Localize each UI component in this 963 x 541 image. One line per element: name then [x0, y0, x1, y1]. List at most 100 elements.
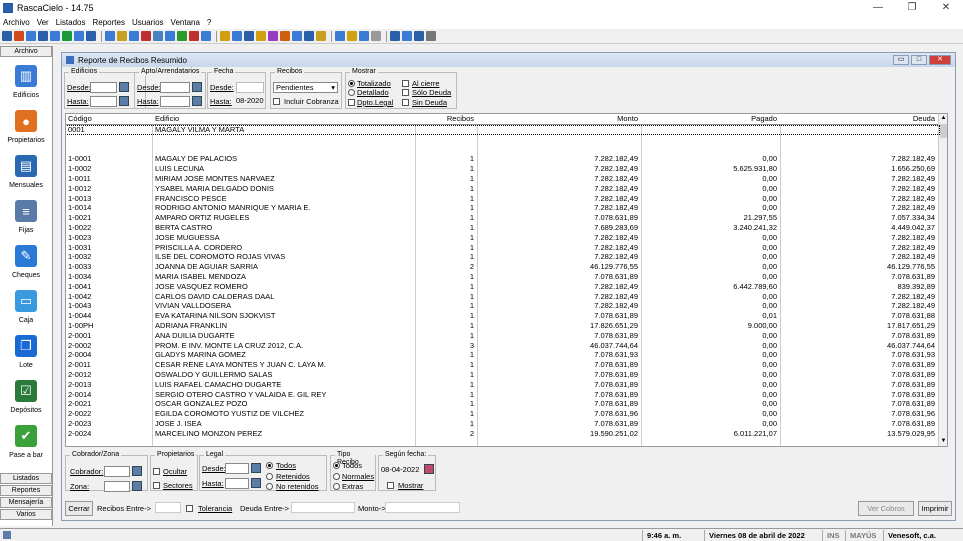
table-row[interactable]: 2-0024 MARCELINO MONZON PEREZ 2 19.590.251,…	[66, 430, 939, 438]
toolbar-button-icon[interactable]	[117, 31, 127, 41]
fecha-hasta-value[interactable]: 08-2020	[236, 96, 264, 105]
incluir-cobranza-checkbox[interactable]	[273, 98, 280, 105]
sectores-checkbox[interactable]	[153, 482, 160, 489]
toolbar-button-icon[interactable]	[86, 31, 96, 41]
toolbar-button-icon[interactable]	[74, 31, 84, 41]
segun-fecha-value[interactable]: 08-04-2022	[381, 465, 419, 474]
apto-hasta-lookup-icon[interactable]	[192, 96, 202, 106]
no-retenidos-radio[interactable]	[266, 483, 273, 490]
nav-item-fijas[interactable]: ≡ Fijas	[0, 192, 52, 237]
table-row[interactable]: 1-0014 RODRIGO ANTONIO MANRIQUE Y MARIA E…	[66, 204, 939, 212]
menu-usuarios[interactable]: Usuarios	[132, 18, 164, 27]
table-row[interactable]: 1-0023 JOSE MUGUESSA 1 7.282.182,49 0,00 7.28…	[66, 234, 939, 242]
toolbar-button-icon[interactable]	[129, 31, 139, 41]
nav-item-edificios[interactable]: ▥ Edificios	[0, 57, 52, 102]
table-row[interactable]: 1-0032 ILSE DEL COROMOTO ROJAS VIVAS 1 7.28…	[66, 253, 939, 261]
table-row[interactable]: 2-0001 ANA DUILIA DUGARTE 1 7.078.631,89 0,0…	[66, 332, 939, 340]
dpto-legal-checkbox[interactable]	[348, 99, 355, 106]
toolbar-button-icon[interactable]	[371, 31, 381, 41]
scroll-down-icon[interactable]: ▼	[939, 437, 947, 446]
scroll-up-icon[interactable]: ▲	[939, 114, 947, 123]
toolbar-button-icon[interactable]	[426, 31, 436, 41]
table-row[interactable]: 1-0042 CARLOS DAVID CALDERAS DAAL 1 7.282.1…	[66, 293, 939, 301]
table-row[interactable]: 2-0012 OSWALDO Y GUILLERMO SALAS 1 7.078.63…	[66, 371, 939, 379]
recibos-select[interactable]: Pendientes ▾	[273, 82, 338, 93]
table-row[interactable]: 1-0012 YSABEL MARIA DELGADO DONIS 1 7.282.1…	[66, 185, 939, 193]
apto-desde-lookup-icon[interactable]	[192, 82, 202, 92]
nav-reportes[interactable]: Reportes	[0, 485, 52, 496]
solo-deuda-checkbox[interactable]	[402, 89, 409, 96]
col-deuda[interactable]: Deuda	[783, 115, 935, 123]
table-row[interactable]: 1-0033 JOANNA DE AGUIAR SARRIA 2 46.129.776…	[66, 263, 939, 271]
nav-item-propietarios[interactable]: ● Propietarios	[0, 102, 52, 147]
edificios-hasta-input[interactable]	[90, 96, 117, 107]
nav-item-dep-sitos[interactable]: ☑ Depósitos	[0, 372, 52, 417]
toolbar-button-icon[interactable]	[105, 31, 115, 41]
toolbar-button-icon[interactable]	[220, 31, 230, 41]
apto-desde-input[interactable]	[160, 82, 190, 93]
panel-maximize-icon[interactable]: □	[911, 55, 927, 65]
nav-item-mensuales[interactable]: ▤ Mensuales	[0, 147, 52, 192]
nav-item-caja[interactable]: ▭ Caja	[0, 282, 52, 327]
table-row[interactable]: 1-00PH ADRIANA FRANKLIN 1 17.826.651,29 9.00…	[66, 322, 939, 330]
edificios-desde-lookup-icon[interactable]	[119, 82, 129, 92]
toolbar-button-icon[interactable]	[280, 31, 290, 41]
edificios-hasta-lookup-icon[interactable]	[119, 96, 129, 106]
nav-varios[interactable]: Varios	[0, 509, 52, 520]
table-row[interactable]: 1-0002 LUIS LECUNA 1 7.282.182,49 5.625.931,…	[66, 165, 939, 173]
table-row[interactable]: 1-0001 MAGALY DE PALACIOS 1 7.282.182,49 0,0…	[66, 155, 939, 163]
fecha-desde-input[interactable]	[236, 82, 264, 93]
nav-item-cheques[interactable]: ✎ Cheques	[0, 237, 52, 282]
col-codigo[interactable]: Código	[68, 115, 148, 123]
toolbar-button-icon[interactable]	[26, 31, 36, 41]
sin-deuda-checkbox[interactable]	[402, 99, 409, 106]
nav-item-pase-a-bar[interactable]: ✔ Pase a bar	[0, 417, 52, 462]
chevron-down-icon[interactable]: ▾	[331, 83, 335, 92]
toolbar-button-icon[interactable]	[256, 31, 266, 41]
menu-listados[interactable]: Listados	[56, 18, 86, 27]
table-row[interactable]: 2-0023 JOSE J. ISEA 1 7.078.631,89 0,00 7.078…	[66, 420, 939, 428]
table-row[interactable]: 1-0021 AMPARO ORTIZ RUGELES 1 7.078.631,89 2…	[66, 214, 939, 222]
table-row[interactable]: 1-0041 JOSE VASQUEZ ROMERO 1 7.282.182,49 6.…	[66, 283, 939, 291]
table-row[interactable]: 1-0022 BERTA CASTRO 1 7.689.283,69 3.240.241…	[66, 224, 939, 232]
toolbar-button-icon[interactable]	[335, 31, 345, 41]
col-monto[interactable]: Monto	[480, 115, 638, 123]
nav-mensajeria[interactable]: Mensajería	[0, 497, 52, 508]
table-row[interactable]: 0001 MAGALY VILMA Y MARTA	[66, 125, 940, 135]
col-edificio[interactable]: Edificio	[155, 115, 355, 123]
table-row[interactable]: 2-0014 SERGIO OTERO CASTRO Y VALAIDA E. G…	[66, 391, 939, 399]
col-recibos[interactable]: Recibos	[418, 115, 474, 123]
minimize-icon[interactable]: —	[861, 0, 895, 16]
menu-help[interactable]: ?	[207, 18, 211, 27]
legal-desde-lookup-icon[interactable]	[251, 463, 261, 473]
al-cierre-checkbox[interactable]	[402, 80, 409, 87]
cobrador-lookup-icon[interactable]	[132, 466, 142, 476]
toolbar-button-icon[interactable]	[359, 31, 369, 41]
legal-hasta-input[interactable]	[225, 478, 249, 489]
menu-archivo[interactable]: Archivo	[3, 18, 30, 27]
toolbar-button-icon[interactable]	[414, 31, 424, 41]
table-row[interactable]: 2-0011 CESAR RENE LAYA MONTES Y JUAN C. L…	[66, 361, 939, 369]
apto-hasta-input[interactable]	[160, 96, 190, 107]
table-row[interactable]: 1-0043 VIVIAN VALLDOSERA 1 7.282.182,49 0,00…	[66, 302, 939, 310]
cobrador-input[interactable]	[104, 466, 130, 477]
toolbar-button-icon[interactable]	[14, 31, 24, 41]
edificios-desde-input[interactable]	[90, 82, 117, 93]
ocultar-checkbox[interactable]	[153, 468, 160, 475]
toolbar-button-icon[interactable]	[201, 31, 211, 41]
table-row[interactable]: 1-0011 MIRIAM JOSE MONTES NARVAEZ 1 7.282.1…	[66, 175, 939, 183]
table-scrollbar[interactable]: ▲ ▼	[938, 114, 947, 446]
imprimir-button[interactable]: Imprimir	[918, 501, 952, 516]
legal-desde-input[interactable]	[225, 463, 249, 474]
maximize-icon[interactable]: ❐	[895, 0, 929, 16]
toolbar-button-icon[interactable]	[153, 31, 163, 41]
monto-input[interactable]	[385, 502, 460, 513]
zona-input[interactable]	[104, 481, 130, 492]
tipo-todos-radio[interactable]	[333, 462, 340, 469]
table-row[interactable]: 1-0013 FRANCISCO PESCE 1 7.282.182,49 0,00 7.…	[66, 195, 939, 203]
legal-hasta-lookup-icon[interactable]	[251, 478, 261, 488]
toolbar-button-icon[interactable]	[38, 31, 48, 41]
table-row[interactable]: 2-0002 PROM. E INV. MONTE LA CRUZ 2012, C…	[66, 342, 939, 350]
toolbar-button-icon[interactable]	[244, 31, 254, 41]
toolbar-button-icon[interactable]	[232, 31, 242, 41]
